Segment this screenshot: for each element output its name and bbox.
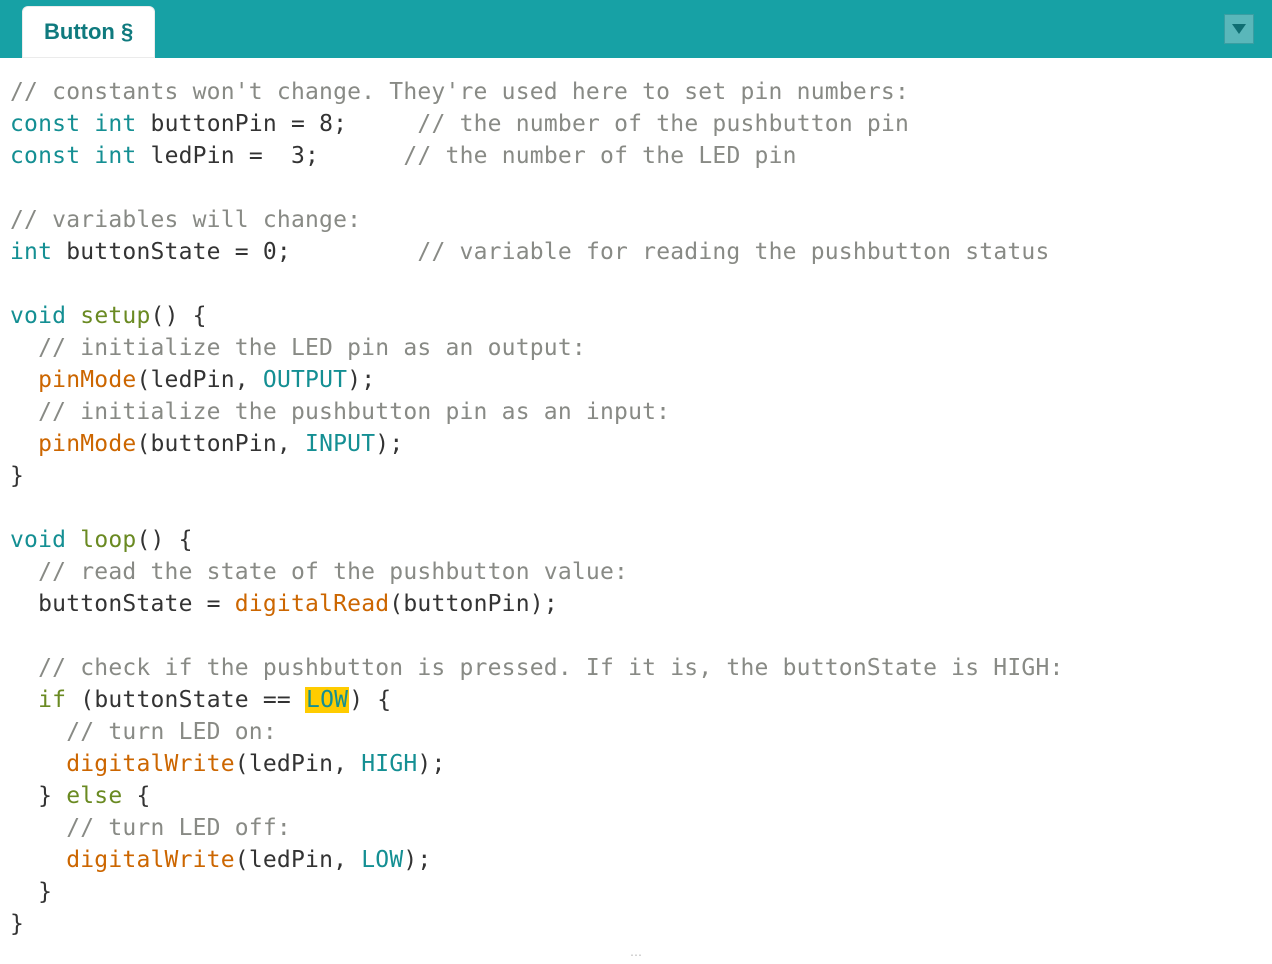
- code-comment: // check if the pushbutton is pressed. I…: [10, 655, 1064, 681]
- code-constant: LOW: [361, 847, 403, 873]
- code-keyword: if: [38, 687, 66, 713]
- code-text: [10, 367, 38, 393]
- code-comment: // initialize the pushbutton pin as an i…: [10, 399, 670, 425]
- code-text: [10, 847, 66, 873]
- code-keyword: const: [10, 111, 80, 137]
- code-builtin: pinMode: [38, 367, 136, 393]
- code-keyword: else: [66, 783, 122, 809]
- code-text: {: [122, 783, 150, 809]
- code-comment: // variable for reading the pushbutton s…: [417, 239, 1049, 265]
- code-text: }: [10, 911, 24, 937]
- code-text: (buttonPin,: [136, 431, 305, 457]
- code-comment: // the number of the pushbutton pin: [417, 111, 909, 137]
- code-type: int: [94, 111, 136, 137]
- code-text: }: [10, 463, 24, 489]
- code-text: ) {: [349, 687, 391, 713]
- code-text: (buttonState ==: [66, 687, 305, 713]
- code-text: () {: [151, 303, 207, 329]
- code-builtin: digitalRead: [235, 591, 390, 617]
- code-constant: OUTPUT: [263, 367, 347, 393]
- code-comment: // initialize the LED pin as an output:: [10, 335, 586, 361]
- code-text: }: [10, 879, 52, 905]
- code-type: int: [94, 143, 136, 169]
- code-text: [10, 431, 38, 457]
- code-text: }: [10, 783, 66, 809]
- code-text: (ledPin,: [235, 847, 361, 873]
- code-text: );: [403, 847, 431, 873]
- code-text: );: [347, 367, 375, 393]
- code-type: int: [10, 239, 52, 265]
- code-function: loop: [80, 527, 136, 553]
- tab-button-sketch[interactable]: Button §: [22, 6, 155, 58]
- code-text: buttonPin = 8;: [136, 111, 417, 137]
- code-text: );: [375, 431, 403, 457]
- code-comment: // the number of the LED pin: [403, 143, 796, 169]
- code-builtin: pinMode: [38, 431, 136, 457]
- code-text: [10, 751, 66, 777]
- code-comment: // turn LED off:: [10, 815, 291, 841]
- code-text: );: [417, 751, 445, 777]
- code-comment: // variables will change:: [10, 207, 361, 233]
- code-keyword: void: [10, 527, 66, 553]
- code-builtin: digitalWrite: [66, 751, 235, 777]
- code-keyword: void: [10, 303, 66, 329]
- code-text: buttonState =: [10, 591, 235, 617]
- tab-bar: Button §: [0, 0, 1272, 58]
- code-comment: // turn LED on:: [10, 719, 277, 745]
- code-text: [10, 687, 38, 713]
- code-constant: HIGH: [361, 751, 417, 777]
- code-comment: // read the state of the pushbutton valu…: [10, 559, 628, 585]
- code-keyword: const: [10, 143, 80, 169]
- code-builtin: digitalWrite: [66, 847, 235, 873]
- code-text: (buttonPin);: [389, 591, 558, 617]
- code-text: ledPin = 3;: [136, 143, 403, 169]
- chevron-down-icon: [1232, 24, 1246, 34]
- code-text: buttonState = 0;: [52, 239, 417, 265]
- code-text: () {: [136, 527, 192, 553]
- tab-label: Button §: [44, 19, 133, 45]
- code-constant: INPUT: [305, 431, 375, 457]
- tabs-menu-button[interactable]: [1224, 14, 1254, 44]
- code-function: setup: [80, 303, 150, 329]
- code-editor[interactable]: // constants won't change. They're used …: [0, 58, 1272, 950]
- editor-resize-handle[interactable]: ⋯: [630, 948, 642, 962]
- code-text: (ledPin,: [235, 751, 361, 777]
- code-constant-highlighted: LOW: [305, 687, 349, 713]
- code-comment: // constants won't change. They're used …: [10, 79, 909, 105]
- code-text: (ledPin,: [136, 367, 262, 393]
